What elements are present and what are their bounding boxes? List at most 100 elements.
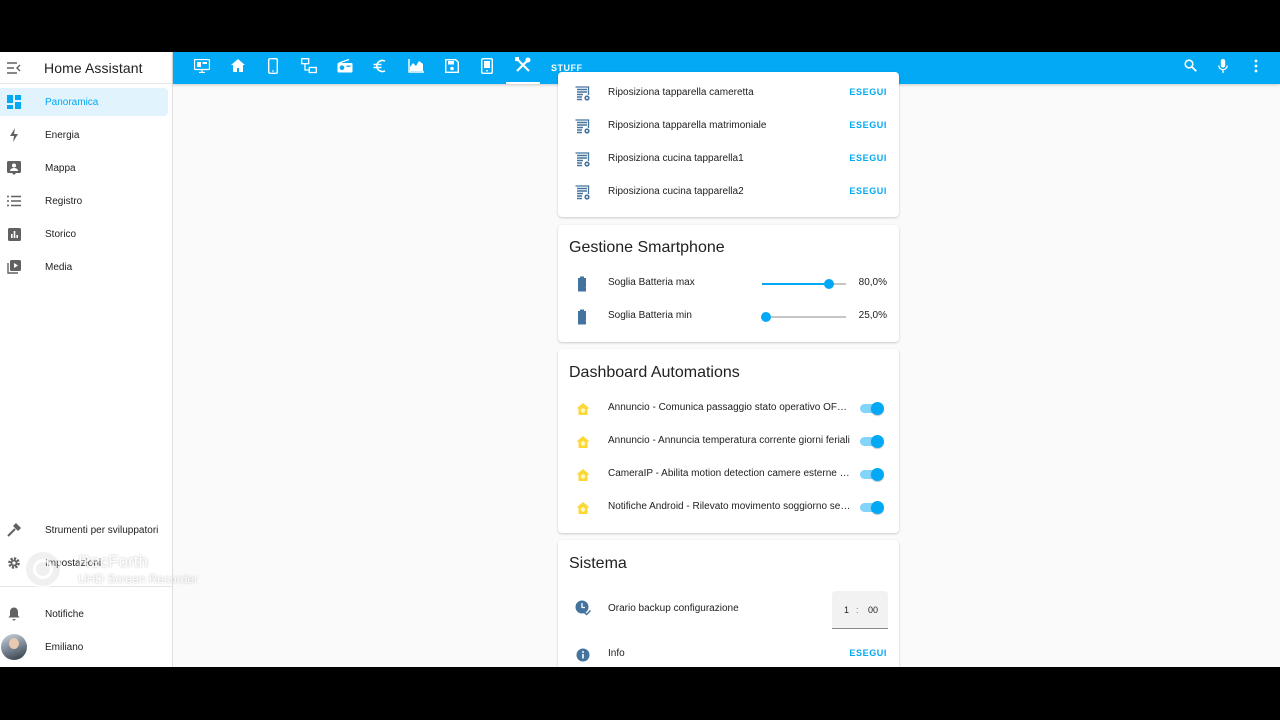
automation-toggle[interactable]	[860, 402, 884, 415]
run-script-button[interactable]: ESEGUI	[849, 120, 887, 130]
lan-connect-icon	[301, 57, 317, 79]
sidebar-item-label: Media	[45, 261, 73, 273]
time-separator: :	[856, 605, 859, 615]
list-item: Soglia Batteria min 25,0%	[558, 300, 899, 332]
automation-label: Notifiche Android - Rilevato movimento s…	[608, 501, 853, 512]
sidebar-item-mappa[interactable]: Mappa	[0, 154, 168, 182]
script-label: Riposiziona cucina tapparella1	[608, 153, 744, 164]
tab-lan-connect[interactable]	[292, 52, 326, 84]
robot-automation-icon	[574, 466, 592, 484]
tab-cellphone[interactable]	[256, 52, 290, 84]
sidebar-item-label: Energia	[45, 129, 80, 141]
card-title: Gestione Smartphone	[569, 239, 725, 256]
tab-tablet[interactable]	[470, 52, 504, 84]
script-label: Riposiziona tapparella cameretta	[608, 87, 754, 98]
run-script-button[interactable]: ESEGUI	[849, 648, 887, 658]
battery-charging-icon	[574, 275, 592, 293]
automation-label: Annuncio - Annuncia temperatura corrente…	[608, 435, 850, 446]
menu-open-icon[interactable]	[0, 61, 28, 74]
tab-home[interactable]	[221, 52, 255, 84]
robot-automation-icon	[574, 499, 592, 517]
format-list-bulleted-icon	[0, 195, 28, 207]
number-entity-label: Soglia Batteria min	[608, 310, 692, 321]
search-icon	[1183, 59, 1197, 77]
script-blinds-icon	[574, 184, 592, 202]
list-item: Annuncio - Comunica passaggio stato oper…	[558, 392, 899, 424]
user-avatar	[1, 634, 27, 660]
dashboard-icon	[0, 95, 28, 109]
card-title: Dashboard Automations	[569, 364, 740, 381]
card-scripts: Riposiziona tapparella cameretta ESEGUI …	[558, 72, 899, 217]
voice-assist-button[interactable]	[1209, 52, 1237, 84]
sidebar-item-label: Mappa	[45, 162, 76, 174]
sidebar-item-storico[interactable]: Storico	[0, 220, 168, 248]
home-assistant-window: Home Assistant Panoramica Energia Mappa …	[0, 52, 1280, 667]
sidebar-item-label: Notifiche	[45, 608, 84, 620]
slider-knob[interactable]	[824, 279, 834, 289]
radio-icon	[337, 58, 353, 78]
number-entity-label: Soglia Batteria max	[608, 277, 695, 288]
chart-box-icon	[0, 227, 28, 241]
slider-knob[interactable]	[761, 312, 771, 322]
currency-eur-icon	[373, 59, 387, 78]
robot-automation-icon	[574, 400, 592, 418]
list-item: Info ESEGUI	[558, 638, 899, 667]
script-label: Info	[608, 648, 625, 659]
tablet-icon	[480, 57, 494, 79]
tab-tools[interactable]	[506, 52, 540, 84]
sidebar-item-notifiche[interactable]: Notifiche	[0, 600, 168, 628]
cog-icon	[0, 556, 28, 570]
list-item: Riposiziona tapparella matrimoniale ESEG…	[558, 110, 899, 142]
run-script-button[interactable]: ESEGUI	[849, 87, 887, 97]
automation-toggle[interactable]	[860, 501, 884, 514]
slider-value: 80,0%	[858, 277, 887, 288]
run-script-button[interactable]: ESEGUI	[849, 153, 887, 163]
search-button[interactable]	[1176, 52, 1204, 84]
hour-field[interactable]: 1	[844, 605, 849, 615]
automation-label: CameraIP - Abilita motion detection came…	[608, 468, 853, 479]
automation-label: Annuncio - Comunica passaggio stato oper…	[608, 402, 853, 413]
run-script-button[interactable]: ESEGUI	[849, 186, 887, 196]
tab-currency-eur[interactable]	[363, 52, 397, 84]
list-item: Riposiziona tapparella cameretta ESEGUI	[558, 77, 899, 109]
script-label: Riposiziona cucina tapparella2	[608, 186, 744, 197]
automation-toggle[interactable]	[860, 435, 884, 448]
script-label: Riposiziona tapparella matrimoniale	[608, 120, 767, 131]
map-account-icon	[0, 161, 28, 175]
bell-icon	[0, 607, 28, 621]
card-title: Sistema	[569, 555, 627, 572]
tab-monitor-dashboard[interactable]	[185, 52, 219, 84]
card-sistema: Sistema Orario backup configurazione 1 :…	[558, 540, 899, 667]
backup-time-input[interactable]: 1 : 00	[832, 591, 888, 629]
content-save-icon	[445, 58, 459, 78]
sidebar-item-registro[interactable]: Registro	[0, 187, 168, 215]
clock-check-icon	[574, 599, 592, 617]
monitor-dashboard-icon	[193, 58, 211, 78]
tab-content-save[interactable]	[435, 52, 469, 84]
list-item: Soglia Batteria max 80,0%	[558, 267, 899, 299]
card-gestione-smartphone: Gestione Smartphone Soglia Batteria max …	[558, 225, 899, 342]
lightning-bolt-icon	[0, 128, 28, 142]
battery-max-slider[interactable]	[762, 279, 846, 289]
sidebar-header: Home Assistant	[0, 52, 172, 84]
sidebar-item-panoramica[interactable]: Panoramica	[0, 88, 168, 116]
list-item: Notifiche Android - Rilevato movimento s…	[558, 491, 899, 523]
battery-charging-icon	[574, 308, 592, 326]
sidebar-item-impostazioni[interactable]: Impostazioni	[0, 549, 168, 577]
tab-radio[interactable]	[328, 52, 362, 84]
sidebar-item-energia[interactable]: Energia	[0, 121, 168, 149]
tab-chart-areaspline[interactable]	[399, 52, 433, 84]
script-blinds-icon	[574, 151, 592, 169]
sidebar-divider	[0, 586, 172, 587]
automation-toggle[interactable]	[860, 468, 884, 481]
sidebar-item-label: Impostazioni	[45, 557, 102, 569]
overflow-menu-button[interactable]	[1242, 52, 1270, 84]
sidebar-item-user[interactable]: Emiliano	[0, 633, 168, 661]
battery-min-slider[interactable]	[761, 312, 846, 322]
sidebar-item-media[interactable]: Media	[0, 253, 168, 281]
time-entity-label: Orario backup configurazione	[608, 603, 739, 614]
sidebar-item-label: Storico	[45, 228, 77, 240]
minute-field[interactable]: 00	[868, 605, 878, 615]
cellphone-icon	[267, 57, 279, 79]
sidebar-item-strumenti-sviluppatori[interactable]: Strumenti per sviluppatori	[0, 516, 168, 544]
